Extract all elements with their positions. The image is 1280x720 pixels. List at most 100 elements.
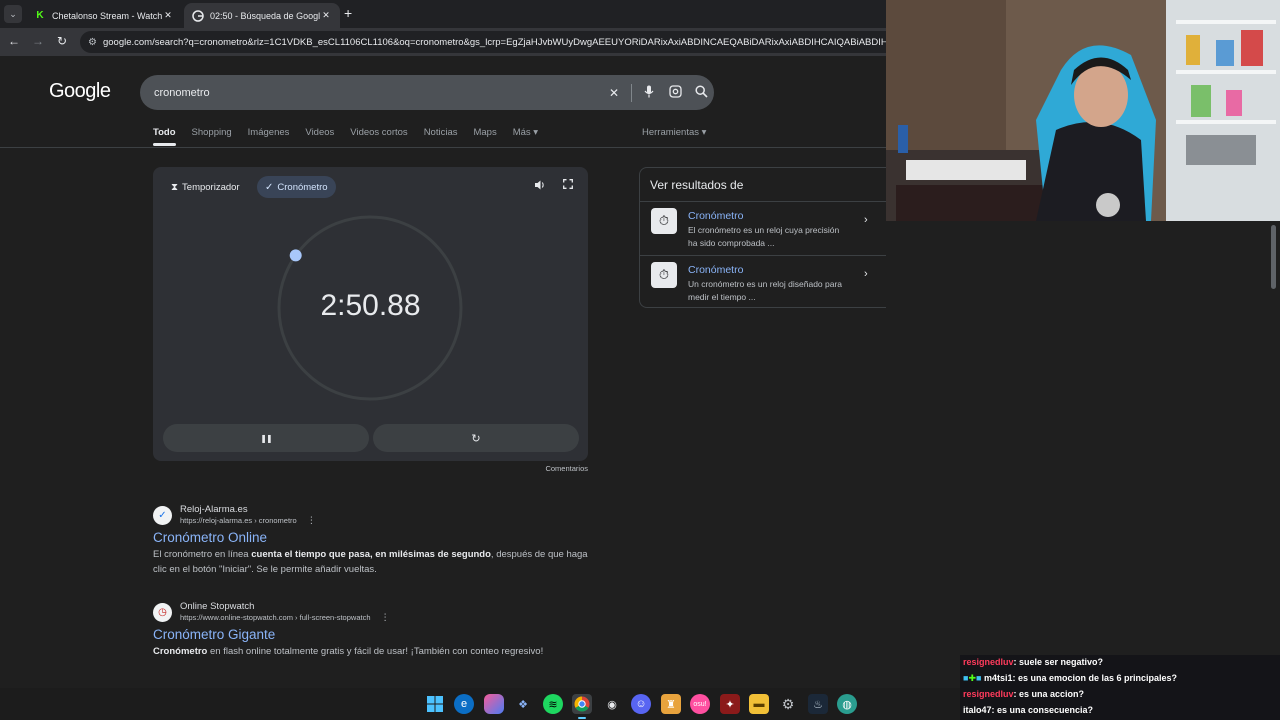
search-box[interactable]: cronometro ✕ (140, 75, 714, 110)
globe-app-icon[interactable]: ◍ (837, 694, 857, 714)
windows-taskbar: e ❖ ≋ ◉ ☺ ♜ osu! ✦ ▬ ⚙ ♨ ◍ (0, 688, 960, 720)
filter-tab[interactable]: Todo (153, 127, 176, 147)
spotify-icon[interactable]: ≋ (543, 694, 563, 714)
snippet-text: en flash online totalmente gratis y fáci… (207, 646, 544, 657)
more-options-icon[interactable]: ⋮ (307, 515, 316, 525)
snippet-text: El cronómetro en línea (153, 549, 252, 560)
file-explorer-icon[interactable]: ▬ (749, 694, 769, 714)
more-options-icon[interactable]: ⋮ (381, 612, 390, 622)
chat-username: m4tsi1 (983, 673, 1013, 683)
tab-chetalonso-stream[interactable]: K Chetalonso Stream - Watch Live ✕ (26, 3, 182, 28)
stopwatch-site-icon: ◷ (153, 602, 172, 622)
edge-icon[interactable]: e (454, 694, 474, 714)
webcam-overlay (886, 0, 1280, 221)
filter-tab[interactable]: Shopping (192, 127, 232, 147)
see-results-about-panel: Ver resultados de ⏱ Cronómetro El cronóm… (639, 167, 886, 308)
result-header[interactable]: ✓ Reloj-Alarma.es https://reloj-alarma.e… (153, 504, 593, 526)
result-snippet: El cronómetro en línea cuenta el tiempo … (153, 547, 593, 577)
panel-item-name: Cronómetro (688, 210, 744, 222)
back-arrow-icon[interactable]: ← (6, 34, 22, 48)
scrollbar-thumb[interactable] (1271, 225, 1276, 289)
reload-icon[interactable]: ↻ (54, 34, 70, 48)
steam-icon[interactable]: ♨ (808, 694, 828, 714)
chat-username: resignedluv (963, 657, 1014, 667)
panel-item-name: Cronómetro (688, 264, 744, 276)
clear-icon[interactable]: ✕ (601, 86, 627, 100)
reset-icon: ↻ (471, 432, 481, 445)
filter-tab[interactable]: Noticias (424, 127, 458, 147)
reset-button[interactable]: ↻ (373, 424, 579, 452)
google-logo[interactable]: Google (49, 80, 111, 103)
close-tab-icon[interactable]: ✕ (162, 10, 174, 21)
stopwatch-thumbnail-icon: ⏱ (651, 208, 677, 234)
tab-strip: ⌄ K Chetalonso Stream - Watch Live ✕ 02:… (0, 0, 886, 28)
clock-check-icon: ✓ (153, 505, 172, 525)
copilot-icon[interactable] (484, 694, 504, 714)
chat-message: resignedluv: suele ser negativo? (963, 657, 1103, 667)
filters-divider (0, 147, 886, 148)
windows-start-icon[interactable] (425, 694, 445, 714)
active-app-indicator (578, 717, 586, 719)
google-icon (192, 9, 204, 22)
pause-button[interactable]: ❚❚ (163, 424, 369, 452)
result-title-link[interactable]: Cronómetro Gigante (153, 627, 593, 642)
result-url: https://reloj-alarma.es › cronometro ⋮ (180, 515, 316, 526)
search-input[interactable]: cronometro (154, 87, 601, 99)
filter-tab[interactable]: Videos cortos (350, 127, 407, 147)
search-result: ✓ Reloj-Alarma.es https://reloj-alarma.e… (153, 504, 593, 577)
address-bar[interactable]: ⚙ google.com/search?q=cronometro&rlz=1C1… (80, 31, 886, 53)
osu-icon[interactable]: osu! (690, 694, 710, 714)
chevron-right-icon: › (864, 268, 868, 280)
filter-tab[interactable]: Videos (305, 127, 334, 147)
pause-icon: ❚❚ (260, 433, 272, 443)
address-url: google.com/search?q=cronometro&rlz=1C1VD… (102, 36, 886, 48)
search-icon[interactable] (688, 84, 714, 101)
chat-message: ■✚■ m4tsi1: es una emocion de las 6 prin… (963, 673, 1177, 684)
result-url-text: https://www.online-stopwatch.com › full-… (180, 613, 371, 622)
snippet-bold: Cronómetro (153, 646, 208, 657)
result-url: https://www.online-stopwatch.com › full-… (180, 612, 390, 623)
tab-title: Chetalonso Stream - Watch Live (52, 10, 162, 21)
settings-gear-icon[interactable]: ⚙ (778, 694, 798, 714)
filter-tab[interactable]: Imágenes (248, 127, 290, 147)
chat-text: : es una consecuencia? (991, 705, 1094, 715)
chat-text: : suele ser negativo? (1013, 657, 1104, 667)
site-info-icon[interactable]: ⚙ (88, 37, 97, 48)
result-header[interactable]: ◷ Online Stopwatch https://www.online-st… (153, 601, 593, 623)
network-app-icon[interactable]: ❖ (513, 694, 533, 714)
chat-message: italo47: es una consecuencia? (963, 705, 1093, 715)
tab-search-dropdown[interactable]: ⌄ (4, 5, 22, 23)
game-app-icon[interactable]: ✦ (720, 694, 740, 714)
result-url-text: https://reloj-alarma.es › cronometro (180, 516, 297, 525)
feedback-link[interactable]: Comentarios (500, 464, 588, 473)
browser-toolbar: ← → ↻ ⚙ google.com/search?q=cronometro&r… (0, 28, 886, 56)
chat-username: resignedluv (963, 689, 1014, 699)
stream-chat-overlay: resignedluv: suele ser negativo? ■✚■ m4t… (960, 655, 1280, 720)
panel-item[interactable]: ⏱ Cronómetro Un cronómetro es un reloj d… (640, 255, 886, 309)
stopwatch-time: 2:50.88 (320, 289, 421, 322)
stopwatch-thumbnail-icon: ⏱ (651, 262, 677, 288)
close-tab-icon[interactable]: ✕ (320, 10, 332, 21)
chat-text: : es una accion? (1013, 689, 1085, 699)
result-title-link[interactable]: Cronómetro Online (153, 530, 593, 545)
search-filters: Todo Shopping Imágenes Videos Videos cortos N… (153, 127, 554, 147)
google-results-page: Google cronometro ✕ Todo Shopping Imágenes… (0, 56, 886, 688)
panel-title: Ver resultados de (650, 178, 744, 192)
chat-message: resignedluv: es una accion? (963, 689, 1084, 699)
discord-icon[interactable]: ☺ (631, 694, 651, 714)
game-launcher-icon[interactable]: ♜ (661, 694, 681, 714)
chrome-icon[interactable] (572, 694, 592, 714)
microphone-icon[interactable] (636, 85, 662, 101)
chevron-down-icon: ⌄ (9, 8, 17, 19)
panel-item[interactable]: ⏱ Cronómetro El cronómetro es un reloj c… (640, 201, 886, 255)
new-tab-button[interactable]: + (344, 5, 352, 21)
tab-google-search[interactable]: 02:50 - Búsqueda de Google ✕ (184, 3, 340, 28)
tools-menu[interactable]: Herramientas ▾ (642, 127, 706, 138)
lens-camera-icon[interactable] (662, 84, 688, 101)
forward-arrow-icon[interactable]: → (30, 34, 46, 48)
filter-tab[interactable]: Maps (473, 127, 496, 147)
page-scrollbar[interactable] (1268, 221, 1280, 652)
filter-tab[interactable]: Más ▾ (513, 127, 538, 147)
chevron-right-icon: › (864, 214, 868, 226)
obs-icon[interactable]: ◉ (602, 694, 622, 714)
